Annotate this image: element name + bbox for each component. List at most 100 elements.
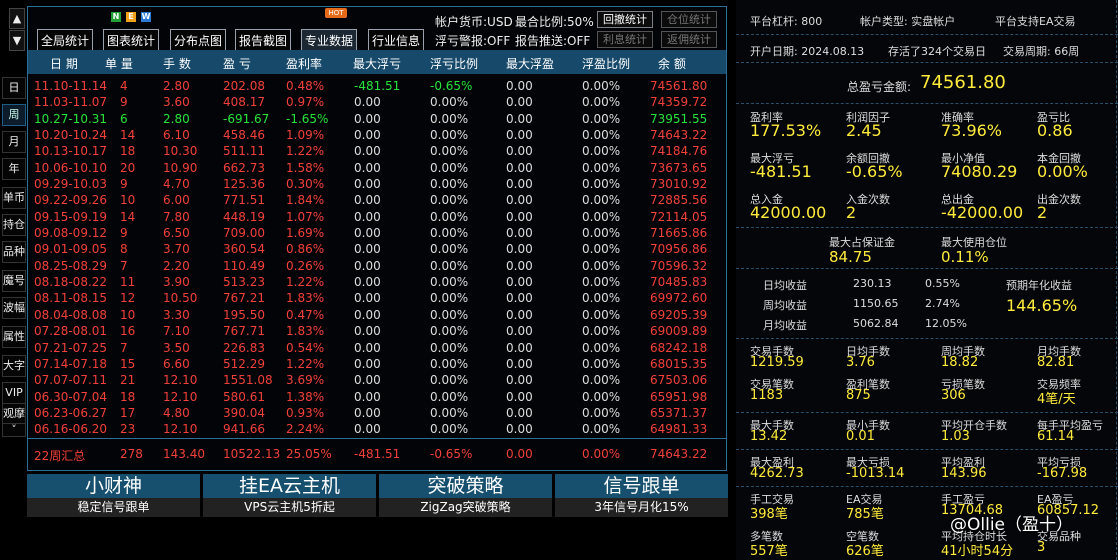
interest-stats-button[interactable]: 利息统计 [597, 31, 653, 48]
tab-month[interactable]: 月 [2, 131, 26, 153]
table-cell: 4.70 [163, 177, 190, 192]
table-cell: 448.19 [223, 209, 265, 224]
table-row[interactable]: 09.15-09.19 14 7.80 448.19 1.07% 0.00 0.00% 0.0… [28, 209, 726, 225]
table-row[interactable]: 09.01-09.05 8 3.70 360.54 0.86% 0.00 0.00% 0.00… [28, 241, 726, 257]
table-row[interactable]: 08.25-08.29 7 2.20 110.49 0.26% 0.00 0.00% 0.00… [28, 258, 726, 274]
table-row[interactable]: 10.20-10.24 14 6.10 458.46 1.09% 0.00 0.00% 0.0… [28, 127, 726, 143]
ad-ea-cloud-host[interactable]: 挂EA云主机 VPS云主机5折起 [203, 474, 376, 517]
tab-week[interactable]: 周 [2, 104, 26, 126]
table-row[interactable]: 09.29-10.03 9 4.70 125.36 0.30% 0.00 0.00% 0.00… [28, 176, 726, 192]
table-cell: 64981.33 [650, 422, 708, 437]
table-row[interactable]: 07.14-07.18 15 6.60 512.29 1.22% 0.00 0.00% 0.0… [28, 356, 726, 372]
table-cell: 15 [120, 356, 136, 371]
tab-volatility[interactable]: 波幅 [2, 297, 26, 319]
table-cell: 11.10-11.14 [34, 79, 108, 93]
table-cell: 0.00% [582, 242, 621, 257]
table-cell: 0.97% [286, 95, 325, 110]
table-cell: 10.20-10.24 [34, 128, 108, 143]
table-cell: 0.00% [430, 405, 469, 420]
tab-symbols[interactable]: 品种 [2, 241, 26, 263]
table-row[interactable]: 06.30-07.04 18 12.10 580.61 1.38% 0.00 0.00% 0.… [28, 389, 726, 405]
scroll-down-arrow[interactable]: ▼ [9, 30, 25, 51]
rebate-stats-button[interactable]: 返佣统计 [661, 31, 717, 48]
table-row[interactable]: 07.21-07.25 7 3.50 226.83 0.54% 0.00 0.00% 0.00… [28, 340, 726, 356]
weekly-avg-label: 周均收益 [763, 299, 807, 312]
table-cell: 0.00 [354, 160, 381, 175]
ad-xiaocaishen[interactable]: 小财神 稳定信号跟单 [27, 474, 200, 517]
table-cell: 0.00 [506, 226, 533, 241]
table-cell: 767.71 [223, 324, 265, 339]
col-balance: 余 额 [658, 57, 686, 71]
table-row[interactable]: 09.08-09.12 9 6.50 709.00 1.69% 0.00 0.00% 0.00… [28, 225, 726, 241]
summary-pnl: 10522.13 [223, 447, 281, 461]
table-row[interactable]: 09.22-09.26 10 6.00 771.51 1.84% 0.00 0.00% 0.0… [28, 192, 726, 208]
ad-breakout-strategy[interactable]: 突破策略 ZigZag突破策略 [379, 474, 552, 517]
table-row[interactable]: 08.04-08.08 10 3.30 195.50 0.47% 0.00 0.00% 0.0… [28, 307, 726, 323]
table-cell: 1551.08 [223, 373, 273, 388]
tab-single-currency[interactable]: 单币 [2, 187, 26, 209]
tab-positions[interactable]: 持仓 [2, 214, 26, 236]
ad-signal-follow[interactable]: 信号跟单 3年信号月化15% [555, 474, 728, 517]
table-row[interactable]: 11.10-11.14 4 2.80 202.08 0.48% -481.51 -0.65%… [28, 78, 726, 94]
tab-big-font[interactable]: 大字 [2, 355, 26, 377]
table-cell: 0.00 [506, 242, 533, 257]
table-row[interactable]: 07.07-07.11 21 12.10 1551.08 3.69% 0.00 0.00% 0… [28, 372, 726, 388]
tab-vip[interactable]: VIP [2, 382, 26, 404]
table-cell: 0.00 [506, 373, 533, 388]
table-cell: 0.00 [354, 389, 381, 404]
table-cell: 0.00 [506, 422, 533, 437]
table-row[interactable]: 08.18-08.22 11 3.90 513.23 1.22% 0.00 0.00% 0.0… [28, 274, 726, 290]
position-stats-button[interactable]: 仓位统计 [661, 11, 717, 28]
table-cell: 07.21-07.25 [34, 340, 108, 355]
stat-value: 785笔 [846, 507, 884, 522]
table-row[interactable]: 11.03-11.07 9 3.60 408.17 0.97% 0.00 0.00% 0.00… [28, 94, 726, 110]
stat-value: 177.53% [750, 121, 822, 140]
table-cell: 09.15-09.19 [34, 209, 108, 224]
table-cell: 941.66 [223, 422, 265, 437]
summary-balance: 74643.22 [650, 447, 708, 461]
table-cell: 195.50 [223, 307, 265, 322]
stat-value: 4262.73 [750, 466, 804, 481]
table-row[interactable]: 06.23-06.27 17 4.80 390.04 0.93% 0.00 0.00% 0.0… [28, 405, 726, 421]
table-cell: 10.06-10.10 [34, 160, 108, 175]
col-lots: 手 数 [163, 57, 191, 71]
tab-day[interactable]: 日 [2, 77, 26, 99]
table-cell: 74561.80 [650, 79, 708, 93]
monthly-avg-pct: 12.05% [925, 317, 967, 330]
drawdown-stats-button[interactable]: 回撤统计 [597, 11, 653, 28]
table-cell: 3.70 [163, 242, 190, 257]
table-row[interactable]: 07.28-08.01 16 7.10 767.71 1.83% 0.00 0.00% 0.0… [28, 323, 726, 339]
table-cell: 0.00 [506, 95, 533, 110]
table-cell: 0.00% [582, 307, 621, 322]
col-max-float-profit: 最大浮盈 [506, 57, 555, 71]
table-cell: 580.61 [223, 389, 265, 404]
table-row[interactable]: 08.11-08.15 12 10.50 767.21 1.83% 0.00 0.00% 0.… [28, 290, 726, 306]
stat-value: 42000.00 [750, 203, 827, 222]
tab-attributes[interactable]: 属性 [2, 326, 26, 348]
table-cell: 0.00% [430, 340, 469, 355]
tab-year[interactable]: 年 [2, 158, 26, 180]
table-cell: 7 [120, 340, 128, 355]
table-row[interactable]: 06.16-06.20 23 12.10 941.66 2.24% 0.00 0.00% 0.… [28, 421, 726, 437]
table-cell: 0.00% [430, 111, 469, 126]
col-orders: 单 量 [105, 57, 133, 71]
table-cell: 0.00% [582, 356, 621, 371]
table-row[interactable]: 10.06-10.10 20 10.90 662.73 1.58% 0.00 0.00% 0.… [28, 160, 726, 176]
summary-profit-rate: 25.05% [286, 447, 332, 461]
scroll-up-arrow[interactable]: ▲ [9, 8, 25, 29]
ad-subtitle: 3年信号月化15% [555, 498, 728, 517]
table-body: 11.10-11.14 4 2.80 202.08 0.48% -481.51 -0.65%… [28, 78, 726, 438]
table-row[interactable]: 10.13-10.17 18 10.30 511.11 1.22% 0.00 0.00% 0.… [28, 143, 726, 159]
chevron-down-icon[interactable]: ˅ [2, 423, 26, 437]
table-cell: 14 [120, 128, 136, 143]
tab-magic[interactable]: 魔号 [2, 270, 26, 292]
table-cell: -1.65% [286, 111, 329, 126]
table-cell: 0.00% [582, 177, 621, 192]
table-row[interactable]: 10.27-10.31 6 2.80 -691.67 -1.65% 0.00 0.00% 0.… [28, 111, 726, 127]
table-cell: 08.04-08.08 [34, 307, 108, 322]
table-cell: 0.00% [582, 111, 621, 126]
daily-avg-label: 日均收益 [763, 279, 807, 292]
tab-observe[interactable]: 观摩 [2, 403, 26, 425]
table-cell: 0.00% [430, 356, 469, 371]
table-cell: 0.00 [506, 275, 533, 290]
